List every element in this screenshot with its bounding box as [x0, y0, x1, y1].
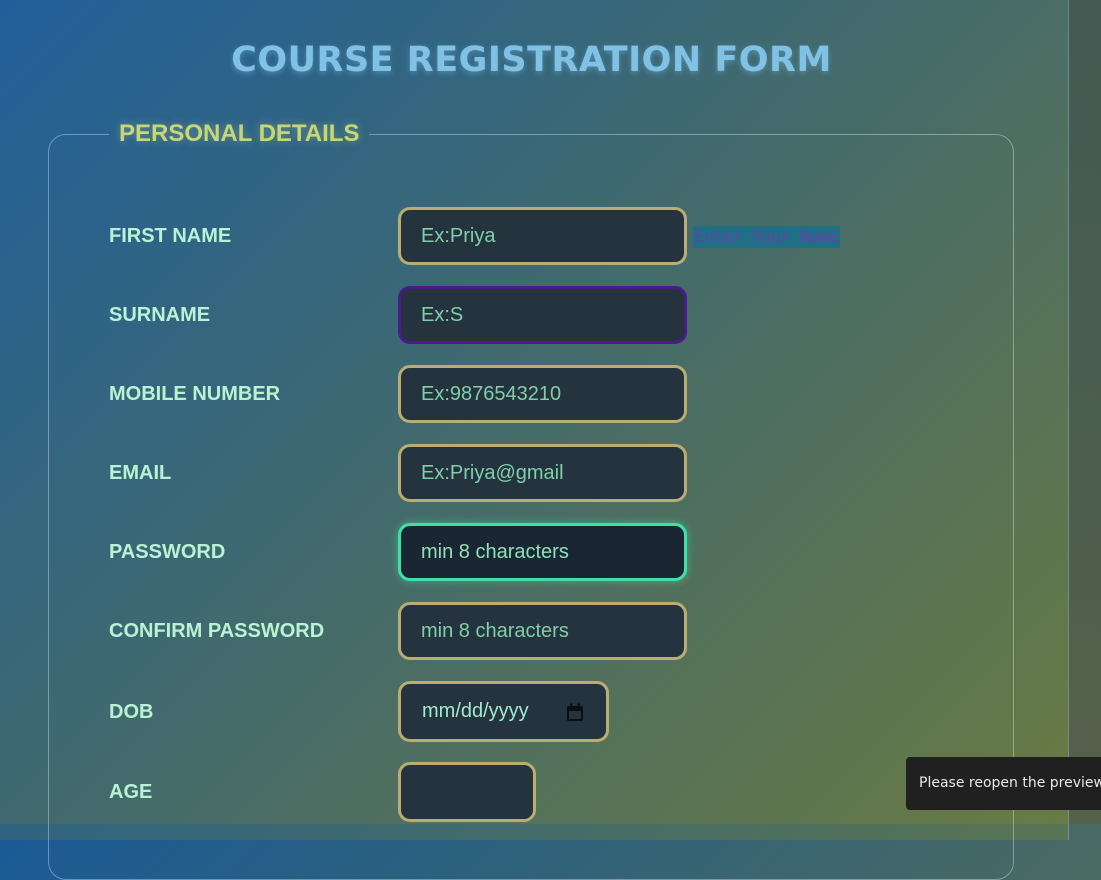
password-label: PASSWORD: [109, 541, 226, 563]
preview-toast: Please reopen the preview.: [906, 757, 1101, 810]
right-edge-panel: [1068, 0, 1101, 824]
surname-label: SURNAME: [109, 304, 211, 326]
age-label: AGE: [109, 781, 153, 803]
page-title: COURSE REGISTRATION FORM: [231, 40, 832, 80]
calendar-icon[interactable]: [566, 703, 584, 722]
email-label: EMAIL: [109, 462, 172, 484]
first-name-hint: Enter Your Name: [693, 226, 840, 248]
first-name-label: FIRST NAME: [109, 225, 232, 247]
dob-input[interactable]: mm/dd/yyyy: [398, 681, 609, 742]
dob-placeholder: mm/dd/yyyy: [422, 700, 529, 722]
email-input[interactable]: [398, 444, 687, 502]
mobile-number-label: MOBILE NUMBER: [109, 383, 281, 405]
password-input[interactable]: [398, 523, 687, 581]
confirm-password-input[interactable]: [398, 602, 687, 660]
surname-input[interactable]: [398, 286, 687, 344]
section-title: PERSONAL DETAILS: [119, 120, 360, 147]
confirm-password-label: CONFIRM PASSWORD: [109, 620, 325, 642]
age-input[interactable]: [398, 762, 536, 822]
mobile-number-input[interactable]: [398, 365, 687, 423]
dob-label: DOB: [109, 701, 154, 723]
first-name-input[interactable]: [398, 207, 687, 265]
